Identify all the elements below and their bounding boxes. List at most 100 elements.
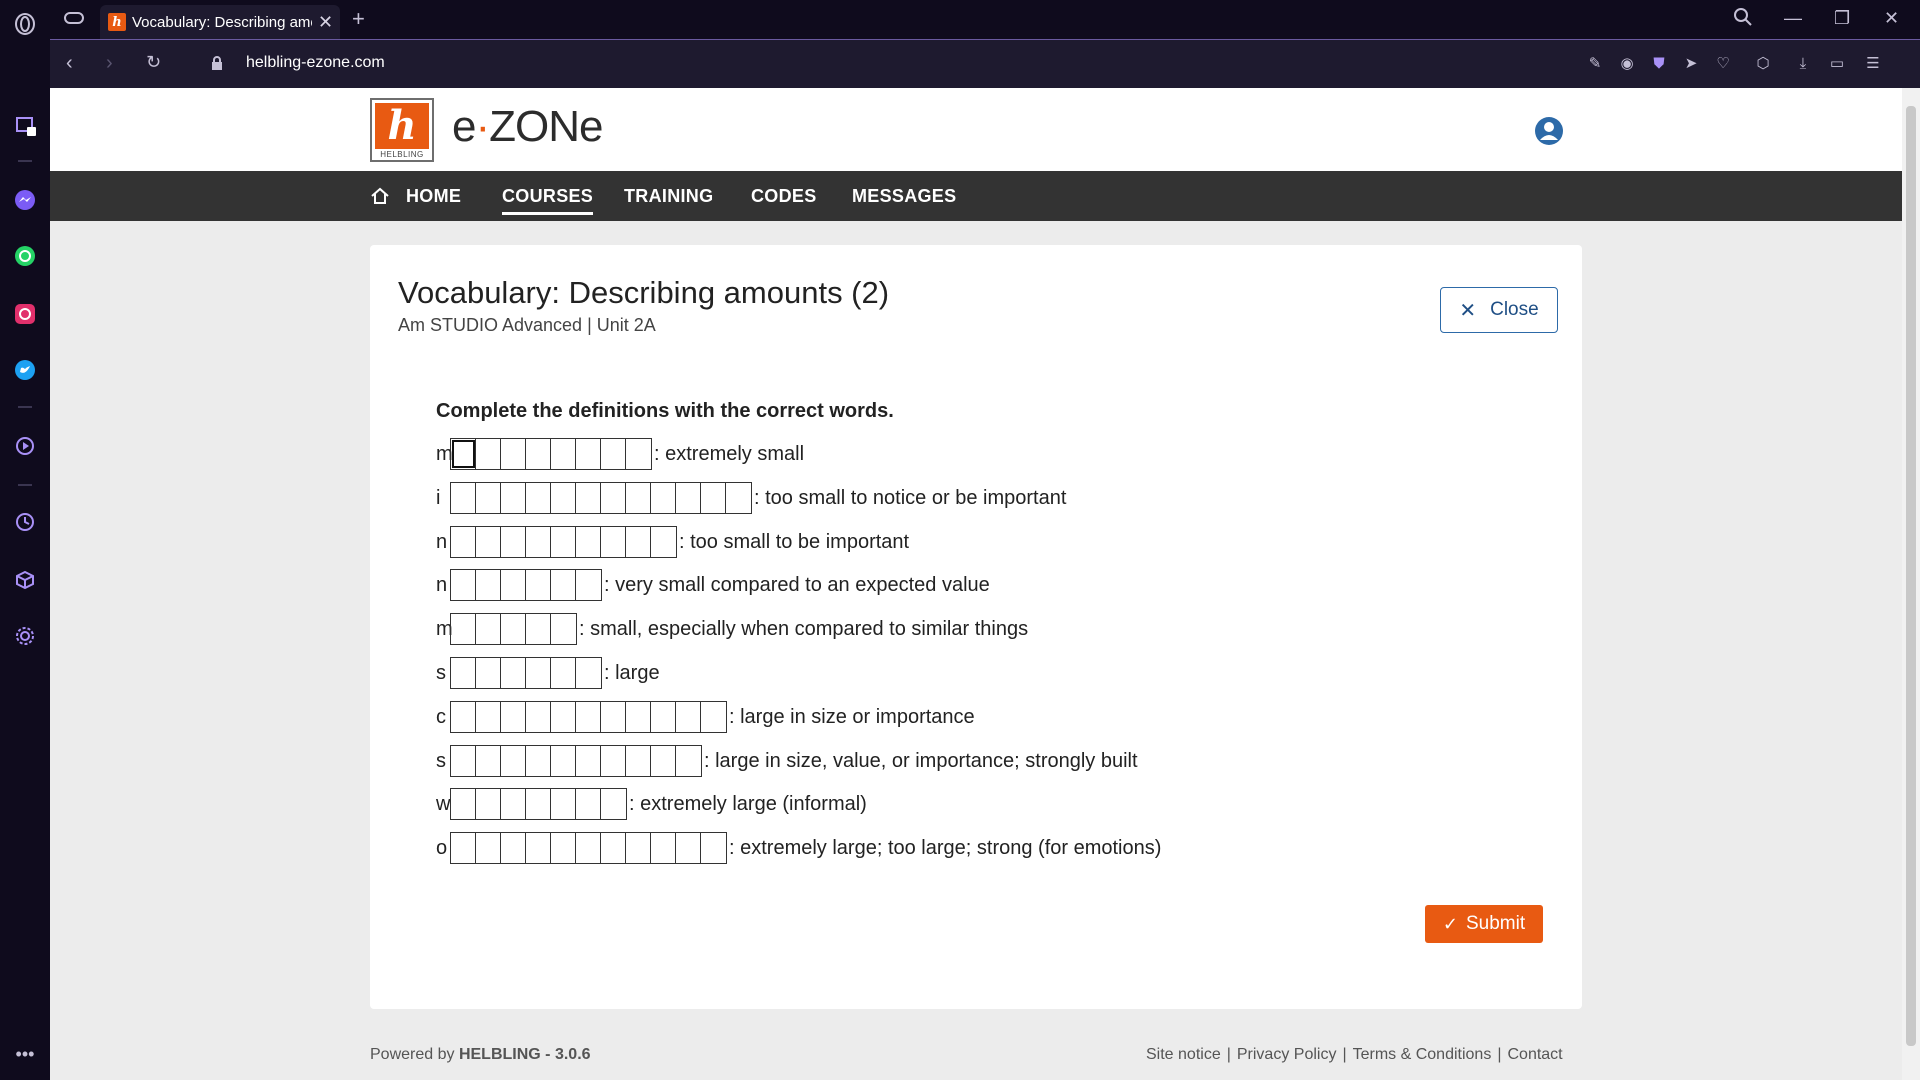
letter-input-box[interactable]	[476, 614, 501, 644]
ezone-brand[interactable]: e·ZONe	[452, 102, 604, 152]
whatsapp-icon[interactable]	[13, 244, 37, 268]
letter-input-box[interactable]	[501, 746, 526, 776]
letter-input-box[interactable]	[526, 658, 551, 688]
download-icon[interactable]: ⤓	[1794, 54, 1812, 72]
letter-input-box[interactable]	[626, 439, 651, 469]
letter-input-box[interactable]	[626, 833, 651, 863]
letter-input-box[interactable]	[476, 483, 501, 513]
letter-input-box[interactable]	[601, 702, 626, 732]
letter-input-box[interactable]	[501, 789, 526, 819]
forward-icon[interactable]: ›	[106, 52, 113, 75]
url-field[interactable]: helbling-ezone.com	[246, 54, 385, 72]
new-tab-icon[interactable]: +	[352, 6, 365, 32]
letter-input-box[interactable]	[651, 483, 676, 513]
messenger-icon[interactable]	[13, 188, 37, 212]
letter-input-box[interactable]	[576, 483, 601, 513]
letter-input-box[interactable]	[526, 789, 551, 819]
letter-input-box[interactable]	[526, 614, 551, 644]
letter-input-box[interactable]	[526, 570, 551, 600]
letter-input-box[interactable]	[601, 527, 626, 557]
back-icon[interactable]: ‹	[66, 52, 73, 75]
letter-input-box[interactable]	[651, 527, 676, 557]
letter-input-box[interactable]	[651, 746, 676, 776]
home-icon[interactable]	[370, 186, 390, 211]
cube-icon[interactable]: ⬡	[1754, 54, 1772, 72]
letter-input-box[interactable]	[451, 570, 476, 600]
lock-icon[interactable]	[208, 54, 226, 72]
submit-button[interactable]: ✓ Submit	[1425, 905, 1543, 943]
letter-input-box[interactable]	[576, 746, 601, 776]
nav-courses[interactable]: COURSES	[502, 186, 594, 215]
camera-icon[interactable]: ◉	[1618, 54, 1636, 72]
footer-link-contact[interactable]: Contact	[1507, 1046, 1562, 1064]
user-account-icon[interactable]	[1534, 116, 1564, 146]
heart-icon[interactable]: ♡	[1714, 54, 1732, 72]
edit-icon[interactable]: ✎	[1586, 54, 1604, 72]
letter-input-box[interactable]	[551, 702, 576, 732]
letter-input-box[interactable]	[651, 833, 676, 863]
settings-gear-icon[interactable]	[13, 624, 37, 648]
letter-input-box[interactable]	[501, 483, 526, 513]
nav-codes[interactable]: CODES	[751, 186, 817, 207]
letter-input-box[interactable]	[551, 746, 576, 776]
letter-input-box[interactable]	[476, 746, 501, 776]
letter-input-box[interactable]	[451, 789, 476, 819]
vpn-shield-icon[interactable]: ⛊	[1650, 54, 1668, 72]
scrollbar-thumb[interactable]	[1906, 106, 1916, 1046]
letter-input-box[interactable]	[476, 570, 501, 600]
letter-input-box[interactable]	[501, 833, 526, 863]
reload-icon[interactable]: ↻	[146, 52, 161, 73]
twitter-icon[interactable]	[13, 358, 37, 382]
history-icon[interactable]	[13, 510, 37, 534]
letter-input-box[interactable]	[451, 483, 476, 513]
extensions-cube-icon[interactable]	[13, 568, 37, 592]
gamepad-icon[interactable]	[64, 10, 84, 31]
letter-input-box[interactable]	[601, 746, 626, 776]
letter-input-box[interactable]	[501, 570, 526, 600]
footer-link-terms[interactable]: Terms & Conditions	[1353, 1046, 1492, 1064]
letter-input-box[interactable]	[501, 658, 526, 688]
minimize-icon[interactable]: —	[1784, 8, 1802, 29]
nav-training[interactable]: TRAINING	[624, 186, 713, 207]
letter-input-box[interactable]	[576, 833, 601, 863]
letter-input-box[interactable]	[501, 702, 526, 732]
letter-input-box[interactable]	[576, 570, 601, 600]
letter-input-box[interactable]	[526, 483, 551, 513]
letter-input-box[interactable]	[526, 746, 551, 776]
letter-input-box[interactable]	[676, 833, 701, 863]
restore-icon[interactable]: ❐	[1834, 8, 1850, 29]
search-tabs-icon[interactable]	[1734, 8, 1752, 31]
tab-close-icon[interactable]: ✕	[318, 12, 333, 33]
letter-input-box[interactable]	[576, 789, 601, 819]
more-options-icon[interactable]: •••	[13, 1042, 37, 1066]
letter-input-box[interactable]	[451, 746, 476, 776]
letter-input-box[interactable]	[451, 833, 476, 863]
easy-setup-icon[interactable]: ☰	[1864, 54, 1882, 72]
send-icon[interactable]: ➤	[1682, 54, 1700, 72]
letter-input-box[interactable]	[476, 833, 501, 863]
letter-input-box[interactable]	[576, 439, 601, 469]
letter-input-box[interactable]	[526, 833, 551, 863]
letter-input-box[interactable]	[726, 483, 751, 513]
close-window-icon[interactable]: ✕	[1884, 8, 1899, 29]
letter-input-box[interactable]	[551, 658, 576, 688]
browser-tab[interactable]: h Vocabulary: Describing amounts (2) ✕	[100, 5, 340, 39]
page-scrollbar[interactable]	[1902, 88, 1920, 1080]
letter-input-box[interactable]	[601, 789, 626, 819]
nav-home[interactable]: HOME	[406, 186, 461, 207]
footer-link-privacy[interactable]: Privacy Policy	[1237, 1046, 1337, 1064]
letter-input-box[interactable]	[476, 789, 501, 819]
player-icon[interactable]	[13, 434, 37, 458]
letter-input-box[interactable]	[526, 702, 551, 732]
twitch-icon[interactable]	[13, 114, 37, 138]
letter-input-box[interactable]	[526, 527, 551, 557]
letter-input-box[interactable]	[551, 527, 576, 557]
letter-input-box[interactable]	[551, 833, 576, 863]
letter-input-box[interactable]	[676, 746, 701, 776]
letter-input-box[interactable]	[701, 483, 726, 513]
letter-input-box[interactable]	[626, 527, 651, 557]
letter-input-box[interactable]	[476, 439, 501, 469]
footer-link-site-notice[interactable]: Site notice	[1146, 1046, 1221, 1064]
letter-input-box[interactable]	[501, 614, 526, 644]
opera-logo-icon[interactable]	[13, 12, 37, 36]
